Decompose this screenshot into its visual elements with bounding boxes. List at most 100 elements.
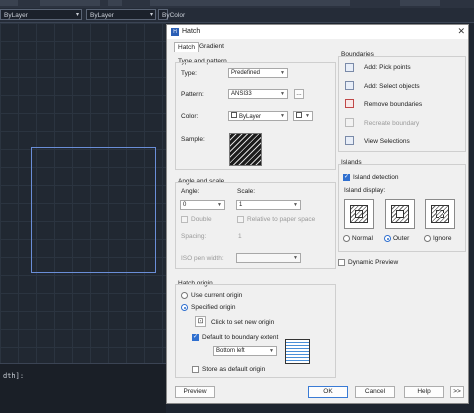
click-set-origin-label: Click to set new origin xyxy=(211,319,275,326)
island-display-label: Island display: xyxy=(344,187,386,194)
pattern-browse-button[interactable]: ... xyxy=(294,89,304,99)
chevron-down-icon: ▼ xyxy=(217,202,222,208)
pick-points-icon[interactable] xyxy=(345,63,354,72)
angle-label: Angle: xyxy=(181,188,200,195)
chevron-down-icon: ▼ xyxy=(280,113,285,119)
linetype-dropdown-value: ByLayer xyxy=(90,12,114,19)
color-dropdown-hatch[interactable]: ByLayer ▼ xyxy=(228,111,288,121)
color-value: ByLayer xyxy=(239,114,262,120)
island-ignore-preview[interactable] xyxy=(425,199,455,229)
origin-position-dropdown[interactable]: Bottom left ▼ xyxy=(213,346,277,356)
cad-top-toolbar xyxy=(0,0,474,8)
specified-origin-label: Specified origin xyxy=(191,304,236,311)
pattern-value: ANSI33 xyxy=(231,91,252,97)
hatch-inner-icon xyxy=(355,210,363,218)
pattern-dropdown[interactable]: ANSI33 ▼ xyxy=(228,89,288,99)
add-select-objects-button[interactable]: Add: Select objects xyxy=(364,83,420,90)
toolbar-button[interactable] xyxy=(150,0,350,6)
use-current-origin-label: Use current origin xyxy=(191,292,243,299)
chevron-down-icon: ▼ xyxy=(269,348,274,354)
dynamic-preview-label: Dynamic Preview xyxy=(348,259,399,266)
sample-label: Sample: xyxy=(181,136,205,143)
dialog-titlebar[interactable]: H Hatch ✕ xyxy=(167,25,468,39)
use-current-origin-radio[interactable] xyxy=(181,292,188,299)
ok-button[interactable]: OK xyxy=(308,386,348,398)
remove-boundaries-icon[interactable] xyxy=(345,99,354,108)
toolbar-button[interactable] xyxy=(400,0,440,6)
origin-preview-icon xyxy=(285,339,310,364)
island-outer-preview[interactable] xyxy=(385,199,415,229)
chevron-down-icon: ▼ xyxy=(293,202,298,208)
help-button[interactable]: Help xyxy=(404,386,444,398)
hatch-outer-icon xyxy=(350,205,368,223)
pattern-label: Pattern: xyxy=(181,91,204,98)
set-origin-button[interactable]: ⊡ xyxy=(195,316,206,327)
chevron-down-icon: ▼ xyxy=(305,113,310,119)
spacing-value[interactable]: 1 xyxy=(238,233,242,240)
more-options-button[interactable]: >> xyxy=(450,386,464,398)
dynamic-preview-checkbox[interactable] xyxy=(338,259,345,266)
layer-dropdown[interactable]: ByLayer ▾ xyxy=(0,9,82,20)
remove-boundaries-button[interactable]: Remove boundaries xyxy=(364,101,422,108)
toolbar-button[interactable] xyxy=(40,0,100,6)
color-dropdown[interactable]: ByColor xyxy=(158,9,185,20)
relative-paper-space-checkbox[interactable] xyxy=(237,216,244,223)
island-ignore-label: Ignore xyxy=(433,235,452,242)
store-default-origin-checkbox[interactable] xyxy=(192,366,199,373)
iso-pen-width-dropdown[interactable]: ▼ xyxy=(236,253,301,263)
island-outer-label: Outer xyxy=(393,235,410,242)
recreate-boundary-icon[interactable] xyxy=(345,118,354,127)
boundary-rectangle[interactable] xyxy=(31,147,156,273)
cancel-button[interactable]: Cancel xyxy=(355,386,395,398)
properties-bar: ByLayer ▾ ByLayer ▾ ByColor xyxy=(0,8,474,23)
iso-pen-width-label: ISO pen width: xyxy=(181,255,224,262)
island-normal-radio[interactable] xyxy=(343,235,350,242)
command-line[interactable]: dth]: xyxy=(0,363,166,413)
hatch-inner-icon xyxy=(436,210,444,218)
hatch-outer-icon xyxy=(391,205,409,223)
island-normal-preview[interactable] xyxy=(344,199,374,229)
scale-label: Scale: xyxy=(237,188,256,195)
island-outer-radio[interactable] xyxy=(384,235,391,242)
layer-dropdown-value: ByLayer xyxy=(4,12,28,19)
double-label: Double xyxy=(191,216,212,223)
relative-paper-space-label: Relative to paper space xyxy=(247,216,316,223)
dialog-title: Hatch xyxy=(182,28,201,35)
hatch-app-icon: H xyxy=(171,28,179,36)
add-pick-points-button[interactable]: Add: Pick points xyxy=(364,64,411,71)
specified-origin-radio[interactable] xyxy=(181,304,188,311)
island-detection-checkbox[interactable]: ✓ xyxy=(343,174,350,181)
default-boundary-extent-checkbox[interactable]: ✓ xyxy=(192,334,199,341)
no-fill-icon xyxy=(296,112,302,118)
command-prompt: dth]: xyxy=(3,372,25,380)
spacing-label: Spacing: xyxy=(181,233,207,240)
toolbar-button[interactable] xyxy=(108,0,122,6)
view-selections-icon[interactable] xyxy=(345,136,354,145)
close-icon[interactable]: ✕ xyxy=(457,26,465,37)
chevron-down-icon: ▼ xyxy=(280,91,285,97)
type-value: Predefined xyxy=(231,70,261,76)
hatch-outer-icon xyxy=(431,205,449,223)
drawing-canvas[interactable] xyxy=(0,23,166,363)
linetype-dropdown[interactable]: ByLayer ▾ xyxy=(86,9,156,20)
angle-dropdown[interactable]: 0 ▼ xyxy=(180,200,225,210)
origin-position-value: Bottom left xyxy=(216,348,245,354)
scale-value: 1 xyxy=(239,202,243,208)
toolbar-button[interactable] xyxy=(0,0,18,6)
island-ignore-radio[interactable] xyxy=(424,235,431,242)
background-color-dropdown[interactable]: ▼ xyxy=(293,111,313,121)
store-default-origin-label: Store as default origin xyxy=(202,366,266,373)
island-normal-label: Normal xyxy=(352,235,373,242)
hatch-dialog: H Hatch ✕ Hatch Gradient Type and patter… xyxy=(166,24,469,404)
crosshair-icon: ⊡ xyxy=(197,318,204,325)
pattern-sample-preview[interactable] xyxy=(229,133,262,166)
preview-button[interactable]: Preview xyxy=(175,386,215,398)
scale-dropdown[interactable]: 1 ▼ xyxy=(236,200,301,210)
tab-gradient[interactable]: Gradient xyxy=(196,42,227,51)
double-checkbox[interactable] xyxy=(181,216,188,223)
type-dropdown[interactable]: Predefined ▼ xyxy=(228,68,288,78)
recreate-boundary-button[interactable]: Recreate boundary xyxy=(364,120,419,127)
chevron-down-icon: ▾ xyxy=(149,12,153,18)
select-objects-icon[interactable] xyxy=(345,81,354,90)
view-selections-button[interactable]: View Selections xyxy=(364,138,410,145)
